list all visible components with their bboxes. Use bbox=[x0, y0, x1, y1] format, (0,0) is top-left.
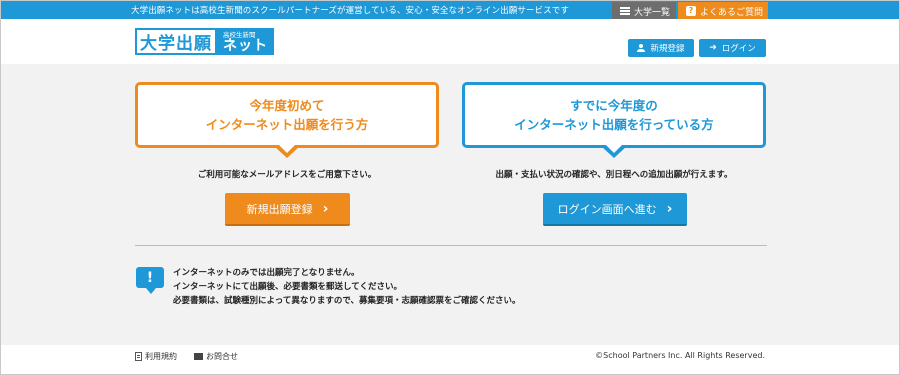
mail-icon bbox=[194, 353, 203, 360]
sign-in-icon: ➜ bbox=[709, 42, 717, 53]
new-bubble-line1: 今年度初めて bbox=[249, 98, 325, 113]
register-label: 新規登録 bbox=[650, 44, 685, 54]
new-application-label: 新規出願登録 bbox=[246, 202, 313, 216]
question-icon: ? bbox=[686, 6, 696, 16]
existing-applicant-note: 出願・支払い状況の確認や、別日程への追加出願が行えます。 bbox=[495, 170, 733, 180]
document-icon bbox=[135, 352, 142, 361]
divider bbox=[135, 245, 767, 246]
terms-label: 利用規約 bbox=[145, 352, 177, 361]
list-icon bbox=[620, 7, 630, 15]
chevron-right-icon: › bbox=[666, 200, 673, 217]
login-label: ログイン bbox=[721, 44, 756, 54]
logo-right: 高校生新聞 ネット bbox=[217, 28, 274, 55]
info-line: インターネットにて出願後、必要書類を郵送してください。 bbox=[173, 282, 402, 292]
copyright: ©School Partners Inc. All Rights Reserve… bbox=[595, 351, 765, 360]
header: 大学出願 高校生新聞 ネット 新規登録 ➜ ログイン bbox=[1, 19, 899, 64]
contact-link[interactable]: お問合せ bbox=[194, 351, 238, 362]
site-tagline: 大学出願ネットは高校生新聞のスクールパートナーズが運営している、安心・安全なオン… bbox=[131, 6, 569, 16]
university-list-label: 大学一覧 bbox=[634, 7, 671, 18]
faq-button[interactable]: ? よくあるご質問 bbox=[678, 2, 768, 20]
main-content: 今年度初めて インターネット出願を行う方 すでに今年度の インターネット出願を行… bbox=[1, 64, 899, 345]
login-button[interactable]: ➜ ログイン bbox=[699, 39, 766, 57]
top-bar: 大学出願ネットは高校生新聞のスクールパートナーズが運営している、安心・安全なオン… bbox=[1, 1, 899, 20]
new-bubble-line2: インターネット出願を行う方 bbox=[205, 117, 369, 132]
info-line: 必要書類は、試験種別によって異なりますので、募集要項・志願確認票をご確認ください… bbox=[173, 296, 521, 306]
footer: 利用規約 お問合せ ©School Partners Inc. All Righ… bbox=[1, 345, 899, 374]
register-button[interactable]: 新規登録 bbox=[628, 39, 694, 57]
new-application-button[interactable]: 新規出願登録 › bbox=[225, 193, 350, 226]
info-line: インターネットのみでは出願完了となりません。 bbox=[173, 268, 360, 278]
logo-main-text: 大学出願 bbox=[135, 28, 217, 55]
terms-link[interactable]: 利用規約 bbox=[135, 351, 177, 362]
proceed-login-button[interactable]: ログイン画面へ進む › bbox=[543, 193, 687, 226]
site-logo[interactable]: 大学出願 高校生新聞 ネット bbox=[135, 28, 274, 55]
info-notice: インターネットのみでは出願完了となりません。 インターネットにて出願後、必要書類… bbox=[173, 266, 520, 308]
new-applicant-bubble: 今年度初めて インターネット出願を行う方 bbox=[135, 82, 439, 158]
logo-net-text: ネット bbox=[223, 37, 268, 54]
user-icon bbox=[637, 44, 646, 52]
existing-bubble-line2: インターネット出願を行っている方 bbox=[514, 117, 714, 132]
chevron-right-icon: › bbox=[322, 200, 329, 217]
exclamation-icon: ! bbox=[136, 267, 164, 294]
faq-label: よくあるご質問 bbox=[700, 7, 764, 18]
existing-bubble-line1: すでに今年度の bbox=[570, 98, 658, 113]
contact-label: お問合せ bbox=[206, 352, 238, 361]
existing-applicant-bubble: すでに今年度の インターネット出願を行っている方 bbox=[462, 82, 766, 158]
new-applicant-note: ご利用可能なメールアドレスをご用意下さい。 bbox=[197, 170, 377, 180]
proceed-login-label: ログイン画面へ進む bbox=[557, 202, 657, 216]
university-list-button[interactable]: 大学一覧 bbox=[612, 2, 676, 20]
